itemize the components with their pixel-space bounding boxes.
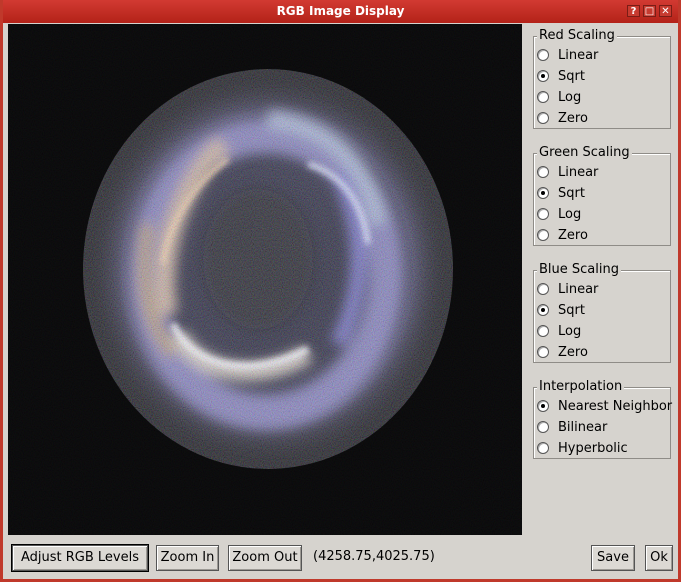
hyperbolic-option[interactable]: Hyperbolic bbox=[537, 438, 628, 458]
radio-selected-icon[interactable] bbox=[537, 187, 549, 199]
green-scaling-title: Green Scaling bbox=[537, 145, 632, 161]
title-bar[interactable]: RGB Image Display ? □ ✕ bbox=[3, 0, 678, 23]
radio-icon[interactable] bbox=[537, 208, 549, 220]
option-label: Linear bbox=[558, 164, 599, 180]
option-label: Log bbox=[558, 89, 582, 105]
blue-log-option[interactable]: Log bbox=[537, 321, 581, 341]
option-label: Zero bbox=[558, 344, 588, 360]
option-label: Bilinear bbox=[558, 419, 608, 435]
option-label: Zero bbox=[558, 227, 588, 243]
radio-icon[interactable] bbox=[537, 91, 549, 103]
cursor-coordinates: (4258.75,4025.75) bbox=[313, 549, 435, 564]
radio-icon[interactable] bbox=[537, 283, 549, 295]
option-label: Log bbox=[558, 206, 582, 222]
option-label: Zero bbox=[558, 110, 588, 126]
radio-icon[interactable] bbox=[537, 166, 549, 178]
red-zero-option[interactable]: Zero bbox=[537, 108, 588, 128]
radio-icon[interactable] bbox=[537, 49, 549, 61]
option-label: Sqrt bbox=[558, 185, 585, 201]
radio-icon[interactable] bbox=[537, 325, 549, 337]
rgb-image-display-window: RGB Image Display ? □ ✕ Red Scaling Line… bbox=[0, 0, 681, 582]
green-linear-option[interactable]: Linear bbox=[537, 162, 598, 182]
green-zero-option[interactable]: Zero bbox=[537, 225, 588, 245]
red-sqrt-option[interactable]: Sqrt bbox=[537, 66, 585, 86]
option-label: Linear bbox=[558, 47, 599, 63]
blue-linear-option[interactable]: Linear bbox=[537, 279, 598, 299]
radio-selected-icon[interactable] bbox=[537, 304, 549, 316]
green-scaling-group: Green Scaling Linear Sqrt Log Zero bbox=[533, 145, 671, 246]
radio-icon[interactable] bbox=[537, 229, 549, 241]
red-scaling-group: Red Scaling Linear Sqrt Log Zero bbox=[533, 28, 671, 129]
help-icon[interactable]: ? bbox=[627, 5, 640, 17]
radio-selected-icon[interactable] bbox=[537, 70, 549, 82]
interpolation-title: Interpolation bbox=[537, 379, 625, 395]
blue-scaling-group: Blue Scaling Linear Sqrt Log Zero bbox=[533, 262, 671, 363]
blue-sqrt-option[interactable]: Sqrt bbox=[537, 300, 585, 320]
supernova-remnant-image bbox=[8, 24, 522, 535]
green-sqrt-option[interactable]: Sqrt bbox=[537, 183, 585, 203]
radio-icon[interactable] bbox=[537, 442, 549, 454]
blue-zero-option[interactable]: Zero bbox=[537, 342, 588, 362]
option-label: Log bbox=[558, 323, 582, 339]
option-label: Sqrt bbox=[558, 68, 585, 84]
option-label: Hyperbolic bbox=[558, 440, 628, 456]
radio-icon[interactable] bbox=[537, 346, 549, 358]
window-title: RGB Image Display bbox=[276, 4, 405, 18]
red-linear-option[interactable]: Linear bbox=[537, 45, 598, 65]
radio-selected-icon[interactable] bbox=[537, 400, 549, 412]
blue-scaling-title: Blue Scaling bbox=[537, 262, 621, 278]
adjust-rgb-levels-button[interactable]: Adjust RGB Levels bbox=[11, 544, 149, 572]
zoom-in-button[interactable]: Zoom In bbox=[156, 545, 219, 571]
red-scaling-title: Red Scaling bbox=[537, 28, 617, 44]
save-button[interactable]: Save bbox=[591, 545, 635, 571]
close-icon[interactable]: ✕ bbox=[659, 5, 672, 17]
option-label: Sqrt bbox=[558, 302, 585, 318]
green-log-option[interactable]: Log bbox=[537, 204, 581, 224]
interpolation-group: Interpolation Nearest Neighbor Bilinear … bbox=[533, 379, 672, 459]
red-log-option[interactable]: Log bbox=[537, 87, 581, 107]
zoom-out-button[interactable]: Zoom Out bbox=[228, 545, 302, 571]
ok-button[interactable]: Ok bbox=[645, 545, 673, 571]
option-label: Linear bbox=[558, 281, 599, 297]
nearest-neighbor-option[interactable]: Nearest Neighbor bbox=[537, 396, 672, 416]
bilinear-option[interactable]: Bilinear bbox=[537, 417, 607, 437]
image-display-canvas[interactable] bbox=[8, 24, 522, 535]
option-label: Nearest Neighbor bbox=[558, 398, 673, 414]
radio-icon[interactable] bbox=[537, 112, 549, 124]
radio-icon[interactable] bbox=[537, 421, 549, 433]
maximize-icon[interactable]: □ bbox=[643, 5, 656, 17]
